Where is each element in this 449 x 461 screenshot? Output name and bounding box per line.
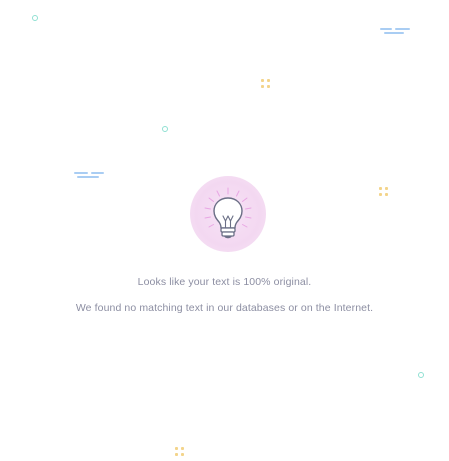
lightbulb-icon [204,187,252,239]
circle-decor-icon [162,126,168,132]
dots-decor-icon [261,79,270,88]
dots-decor-icon [175,447,184,456]
circle-decor-icon [418,372,424,378]
circle-decor-icon [32,15,38,21]
originality-headline: Looks like your text is 100% original. [137,276,312,288]
dots-decor-icon [379,187,388,196]
originality-detail: We found no matching text in our databas… [75,302,374,314]
originality-result-panel: Looks like your text is 100% original. W… [0,0,449,461]
lightbulb-illustration [190,176,266,252]
dashes-decor-icon [74,172,104,178]
dashes-decor-icon [380,28,410,34]
